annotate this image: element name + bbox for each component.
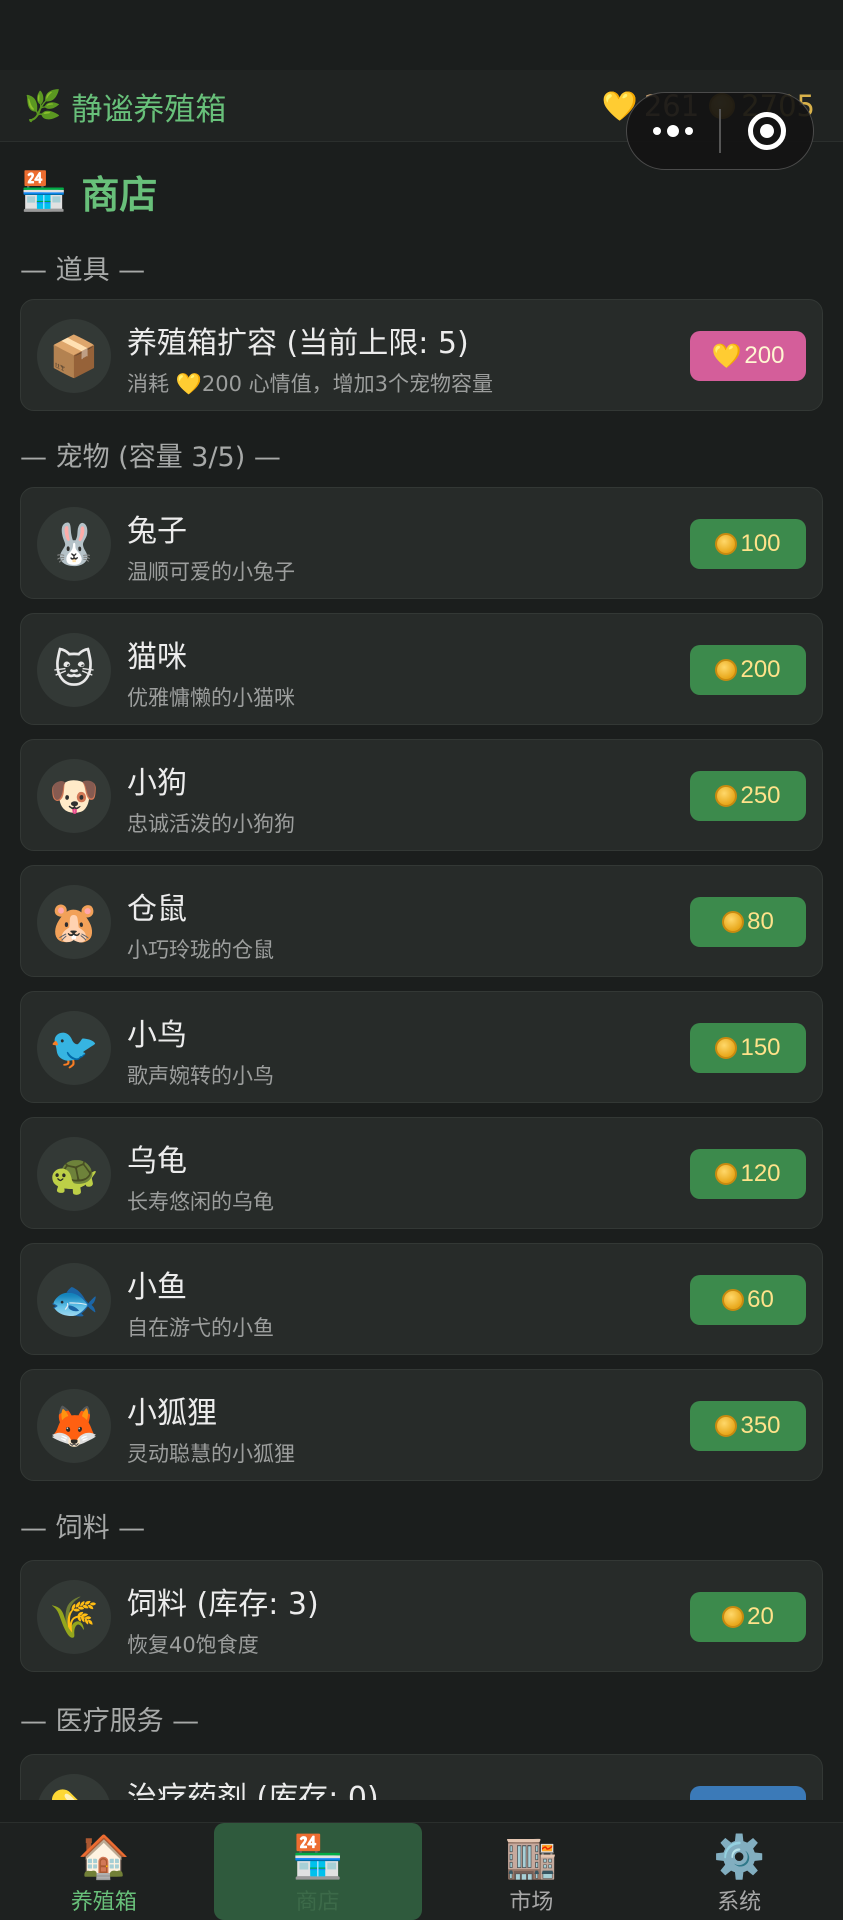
coin-icon: [715, 533, 738, 555]
pet-desc: 歌声婉转的小鸟: [127, 1064, 274, 1088]
pet-card: 🐶 小狗忠诚活泼的小狗狗 250: [20, 739, 823, 851]
heart-icon: 💛: [711, 342, 742, 370]
pet-name: 仓鼠: [127, 892, 187, 927]
page-title-text: 商店: [81, 173, 158, 217]
pet-name: 小狗: [127, 766, 187, 801]
page-title: 🏪 商店: [20, 164, 157, 219]
pet-name: 猫咪: [127, 640, 187, 675]
upgrade-buy-button[interactable]: 💛 200: [690, 331, 806, 381]
store-icon: 🏪: [20, 169, 68, 213]
dot-icon: [685, 127, 693, 135]
pet-icon: 🐶: [37, 759, 111, 833]
package-icon: 📦: [37, 319, 111, 393]
house-icon: 🏠: [77, 1832, 131, 1881]
section-pets: — 宠物 (容量 3/5) —: [20, 442, 281, 473]
pet-icon: 🐦: [37, 1011, 111, 1085]
pet-icon: 🦊: [37, 1389, 111, 1463]
pet-desc: 优雅慵懒的小猫咪: [127, 686, 295, 710]
coin-icon: [715, 1163, 738, 1185]
medicine-card: 💊 治疗药剂 (库存: 0): [20, 1754, 823, 1800]
pet-card: 🐟 小鱼自在游弋的小鱼 60: [20, 1243, 823, 1355]
pet-card: 🐱 猫咪优雅慵懒的小猫咪 200: [20, 613, 823, 725]
pet-buy-button[interactable]: 120: [690, 1149, 806, 1199]
pet-buy-button[interactable]: 200: [690, 645, 806, 695]
coin-icon: [722, 1289, 745, 1311]
section-items: — 道具 —: [20, 255, 146, 286]
pet-desc: 忠诚活泼的小狗狗: [127, 812, 295, 836]
pet-buy-button[interactable]: 150: [690, 1023, 806, 1073]
heart-icon: 💛: [175, 372, 202, 396]
pet-icon: 🐹: [37, 885, 111, 959]
medicine-buy-button[interactable]: [690, 1786, 806, 1800]
pet-card: 🐰 兔子温顺可爱的小兔子 100: [20, 487, 823, 599]
tab-breeding-box[interactable]: 🏠 养殖箱: [0, 1823, 208, 1920]
pet-desc: 长寿悠闲的乌龟: [127, 1190, 274, 1214]
wheat-icon: 🌾: [37, 1580, 111, 1654]
feed-desc: 恢复40饱食度: [127, 1633, 259, 1657]
shop-content[interactable]: 🏪 商店 — 道具 — 📦 养殖箱扩容 (当前上限: 5) 消耗 💛200 心情…: [0, 142, 843, 1800]
pet-icon: 🐟: [37, 1263, 111, 1337]
tab-shop[interactable]: 🏪 商店: [213, 1823, 422, 1920]
pet-name: 小鱼: [127, 1270, 187, 1305]
pet-buy-button[interactable]: 60: [690, 1275, 806, 1325]
pet-card: 🐢 乌龟长寿悠闲的乌龟 120: [20, 1117, 823, 1229]
bottom-tab-bar: 🏠 养殖箱 🏪 商店 🏬 市场 ⚙️ 系统: [0, 1822, 843, 1920]
dot-icon: [667, 125, 679, 137]
upgrade-card: 📦 养殖箱扩容 (当前上限: 5) 消耗 💛200 心情值，增加3个宠物容量 💛…: [20, 299, 823, 411]
pet-buy-button[interactable]: 100: [690, 519, 806, 569]
pet-buy-button[interactable]: 80: [690, 897, 806, 947]
pet-desc: 灵动聪慧的小狐狸: [127, 1442, 295, 1466]
pet-desc: 自在游弋的小鱼: [127, 1316, 274, 1340]
pet-card: 🐦 小鸟歌声婉转的小鸟 150: [20, 991, 823, 1103]
pet-desc: 温顺可爱的小兔子: [127, 560, 295, 584]
pet-icon: 🐰: [37, 507, 111, 581]
coin-icon: [722, 911, 745, 933]
pet-name: 小狐狸: [127, 1396, 217, 1431]
dot-icon: [653, 127, 661, 135]
pet-buy-button[interactable]: 250: [690, 771, 806, 821]
pet-icon: 🐱: [37, 633, 111, 707]
upgrade-name: 养殖箱扩容 (当前上限: 5): [127, 326, 469, 361]
department-store-icon: 🏬: [505, 1832, 558, 1881]
tab-market[interactable]: 🏬 市场: [428, 1823, 636, 1920]
sprout-icon: 🌿: [24, 88, 62, 124]
feed-buy-button[interactable]: 20: [690, 1592, 806, 1642]
pet-card: 🐹 仓鼠小巧玲珑的仓鼠 80: [20, 865, 823, 977]
pet-icon: 🐢: [37, 1137, 111, 1211]
coin-icon: [715, 1037, 738, 1059]
tab-system[interactable]: ⚙️ 系统: [635, 1823, 843, 1920]
feed-name: 饲料 (库存: 3): [127, 1587, 319, 1622]
pet-buy-button[interactable]: 350: [690, 1401, 806, 1451]
gear-icon: ⚙️: [712, 1832, 766, 1881]
pet-desc: 小巧玲珑的仓鼠: [127, 938, 274, 962]
coin-icon: [715, 1415, 738, 1437]
coin-icon: [715, 785, 738, 807]
section-medical: — 医疗服务 —: [20, 1706, 200, 1737]
section-feed: — 饲料 —: [20, 1513, 146, 1544]
feed-card: 🌾 饲料 (库存: 3) 恢复40饱食度 20: [20, 1560, 823, 1672]
store-icon: 🏪: [291, 1832, 344, 1881]
coin-icon: [715, 659, 738, 681]
medicine-name: 治疗药剂 (库存: 0): [127, 1781, 379, 1800]
status-bar: [0, 0, 843, 70]
pet-name: 乌龟: [127, 1144, 187, 1179]
coin-icon: [722, 1606, 745, 1628]
upgrade-desc: 消耗 💛200 心情值，增加3个宠物容量: [127, 372, 493, 396]
pet-name: 兔子: [127, 514, 187, 549]
app-title-text: 静谧养殖箱: [71, 91, 227, 128]
more-menu-button[interactable]: [627, 125, 719, 137]
app-title: 🌿 静谧养殖箱: [24, 86, 227, 128]
pill-icon: 💊: [37, 1774, 111, 1800]
pet-card: 🦊 小狐狸灵动聪慧的小狐狸 350: [20, 1369, 823, 1481]
pet-name: 小鸟: [127, 1018, 187, 1053]
